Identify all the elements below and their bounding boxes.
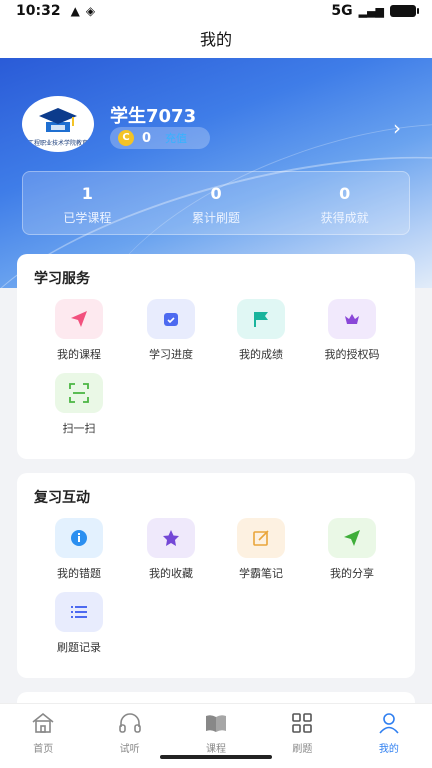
tab-label: 课程 xyxy=(206,744,227,755)
username[interactable]: 学生7073 xyxy=(110,102,196,128)
item-label: 我的错题 xyxy=(57,567,101,580)
avatar[interactable]: 广东工程职业技术学院教育平台 xyxy=(22,96,94,152)
star-icon xyxy=(147,518,195,558)
stat-value: 0 xyxy=(339,184,351,203)
tab-mine[interactable]: 我的 xyxy=(346,704,432,768)
home-icon xyxy=(32,712,54,733)
tab-practice[interactable]: 刷题 xyxy=(259,704,345,768)
book-icon xyxy=(206,715,227,732)
shield-icon: ◈ xyxy=(85,4,96,18)
stat-value: 1 xyxy=(81,184,93,203)
paper-plane-icon xyxy=(55,299,103,339)
item-label: 扫一扫 xyxy=(62,422,96,435)
item-label: 学霸笔记 xyxy=(239,567,283,580)
my-shares-item[interactable]: 我的分享 xyxy=(317,518,387,581)
headphones-icon xyxy=(118,713,141,733)
my-courses-item[interactable]: 我的课程 xyxy=(44,299,114,362)
crown-icon xyxy=(328,299,376,339)
review-card: 复习互动 我的错题 我的收藏 学霸笔记 我的分享 刷题记录 xyxy=(17,473,415,678)
section-title: 复习互动 xyxy=(34,490,90,506)
section-title: 学习服务 xyxy=(34,271,90,287)
stat-questions[interactable]: 0 累计刷题 xyxy=(152,172,281,234)
home-indicator xyxy=(160,755,272,759)
page-title: 我的 xyxy=(0,22,432,58)
study-services-card: 学习服务 我的课程 学习进度 我的成绩 我的授权码 扫一扫 xyxy=(17,254,415,459)
practice-history-item[interactable]: 刷题记录 xyxy=(44,592,114,655)
favorites-item[interactable]: 我的收藏 xyxy=(136,518,206,581)
stat-label: 已学课程 xyxy=(63,211,112,225)
item-label: 我的课程 xyxy=(57,348,101,361)
tab-label: 试听 xyxy=(119,744,140,755)
graduation-cap-icon xyxy=(39,107,77,132)
notes-item[interactable]: 学霸笔记 xyxy=(226,518,296,581)
study-progress-item[interactable]: 学习进度 xyxy=(136,299,206,362)
list-icon xyxy=(55,592,103,632)
scan-icon xyxy=(55,373,103,413)
network-label: 5G xyxy=(331,3,353,19)
stat-label: 累计刷题 xyxy=(192,211,241,225)
tab-home[interactable]: 首页 xyxy=(0,704,86,768)
grid-icon xyxy=(292,713,313,733)
tab-label: 首页 xyxy=(33,744,54,755)
my-grades-item[interactable]: 我的成绩 xyxy=(226,299,296,362)
tab-label: 我的 xyxy=(378,744,399,755)
item-label: 学习进度 xyxy=(149,348,193,361)
item-label: 我的成绩 xyxy=(239,348,283,361)
stat-value: 0 xyxy=(210,184,222,203)
recharge-button[interactable]: 充值 xyxy=(165,130,187,146)
battery-icon xyxy=(390,5,419,17)
coin-balance: C 0 充值 xyxy=(110,127,210,149)
coin-icon: C xyxy=(118,130,134,146)
status-bar: 10:32 ▲ ◈ 5G ▂▄▆ xyxy=(0,0,432,22)
chevron-right-icon[interactable]: › xyxy=(393,116,401,140)
stat-label: 获得成就 xyxy=(320,211,369,225)
status-right: 5G ▂▄▆ xyxy=(331,3,419,19)
item-label: 刷题记录 xyxy=(57,641,101,654)
send-icon xyxy=(328,518,376,558)
item-label: 我的收藏 xyxy=(149,567,193,580)
stat-courses[interactable]: 1 已学课程 xyxy=(23,172,152,234)
user-icon xyxy=(379,713,399,734)
coin-count: 0 xyxy=(142,130,152,146)
info-icon xyxy=(55,518,103,558)
warning-icon: ▲ xyxy=(70,4,80,18)
edit-note-icon xyxy=(237,518,285,558)
status-time: 10:32 xyxy=(16,3,61,19)
scan-item[interactable]: 扫一扫 xyxy=(44,373,114,436)
auth-code-item[interactable]: 我的授权码 xyxy=(317,299,387,362)
stats-panel: 1 已学课程 0 累计刷题 0 获得成就 xyxy=(22,171,410,235)
item-label: 我的分享 xyxy=(330,567,374,580)
signal-icon: ▂▄▆ xyxy=(358,4,384,18)
calendar-check-icon xyxy=(147,299,195,339)
stat-achievements[interactable]: 0 获得成就 xyxy=(280,172,409,234)
flag-icon xyxy=(237,299,285,339)
item-label: 我的授权码 xyxy=(324,348,380,361)
tab-label: 刷题 xyxy=(292,744,313,755)
wrong-questions-item[interactable]: 我的错题 xyxy=(44,518,114,581)
